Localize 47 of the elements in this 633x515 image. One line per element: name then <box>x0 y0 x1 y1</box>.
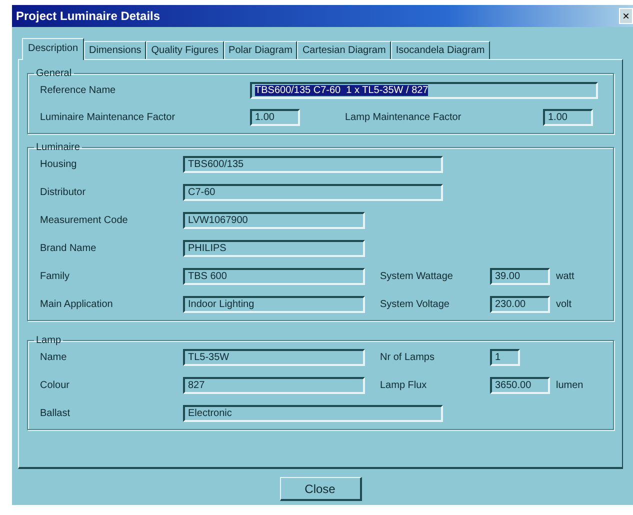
unit-label: lumen <box>556 380 584 391</box>
field-label: System Wattage <box>380 271 454 282</box>
field-label: Family <box>40 271 70 282</box>
input-field[interactable]: LVW1067900 <box>183 212 365 229</box>
tab[interactable]: Polar Diagram <box>224 41 298 59</box>
field-label: Distributor <box>40 187 87 198</box>
field-label: Lamp Maintenance Factor <box>345 112 462 123</box>
field-label: Nr of Lamps <box>380 352 436 363</box>
input-field[interactable]: 827 <box>183 377 365 394</box>
group-title: Lamp <box>35 335 62 346</box>
field-label: System Voltage <box>380 299 450 310</box>
tab[interactable]: Quality Figures <box>146 41 224 59</box>
tab[interactable]: Isocandela Diagram <box>390 41 490 59</box>
input-field[interactable]: Indoor Lighting <box>183 296 365 313</box>
unit-label: watt <box>556 271 574 282</box>
input-field[interactable]: 1.00 <box>250 109 300 126</box>
input-field[interactable]: 3650.00 <box>490 377 550 394</box>
field-label: Measurement Code <box>40 215 129 226</box>
field-label: Lamp Flux <box>380 380 428 391</box>
group-title: General <box>35 68 73 79</box>
input-field[interactable]: TBS600/135 <box>183 156 443 173</box>
field-label: Brand Name <box>40 243 98 254</box>
window-title: Project Luminaire Details <box>16 9 160 23</box>
field-label: Ballast <box>40 408 72 419</box>
group-title: Luminaire <box>35 142 81 153</box>
input-field[interactable]: TL5-35W <box>183 349 365 366</box>
input-field[interactable]: 1.00 <box>543 109 593 126</box>
input-field[interactable]: 39.00 <box>490 268 550 285</box>
input-field[interactable]: C7-60 <box>183 184 443 201</box>
field-label: Reference Name <box>40 85 117 96</box>
close-button[interactable]: × <box>619 8 633 24</box>
input-field[interactable]: 230.00 <box>490 296 550 313</box>
input-field[interactable]: TBS600/135 C7-60 1 x TL5-35W / 827 <box>250 82 598 99</box>
field-label: Colour <box>40 380 70 391</box>
tab[interactable]: Cartesian Diagram <box>297 41 391 59</box>
close-button[interactable]: Close <box>280 477 362 501</box>
input-field[interactable]: PHILIPS <box>183 240 365 257</box>
field-label: Housing <box>40 159 78 170</box>
tab[interactable]: Dimensions <box>84 41 146 59</box>
field-label: Name <box>40 352 68 363</box>
input-field[interactable]: TBS 600 <box>183 268 365 285</box>
input-field[interactable]: 1 <box>490 349 520 366</box>
tab[interactable]: Description <box>22 38 84 60</box>
field-label: Main Application <box>40 299 114 310</box>
input-field[interactable]: Electronic <box>183 405 443 422</box>
unit-label: volt <box>556 299 572 310</box>
field-label: Luminaire Maintenance Factor <box>40 112 176 123</box>
